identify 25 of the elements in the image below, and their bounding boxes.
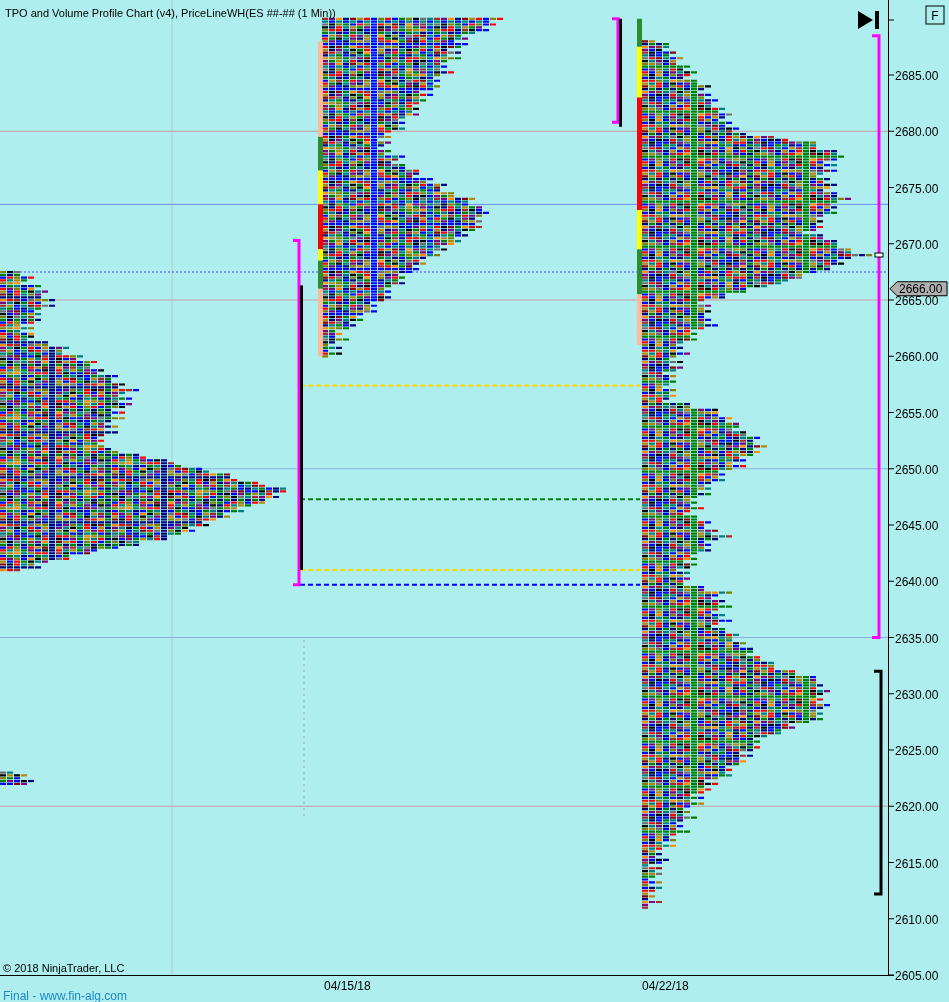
chart-title: TPO and Volume Profile Chart (v4), PriceLineWH(ES ##-## (1 Min)) <box>5 7 336 19</box>
date-label: 04/15/18 <box>324 979 371 993</box>
tpo-profile-drawing <box>0 771 34 785</box>
price-label: 2645.00 <box>895 519 939 533</box>
price-label: 2615.00 <box>895 856 939 871</box>
price-label: 2660.00 <box>895 350 939 365</box>
price-label: 2605.00 <box>895 969 939 983</box>
price-label: 2670.00 <box>895 237 939 252</box>
price-label: 2680.00 <box>895 125 939 140</box>
flag-button[interactable]: F <box>925 5 945 25</box>
price-label: 2630.00 <box>895 687 939 702</box>
price-label: 2610.00 <box>895 912 939 927</box>
price-label: 2685.00 <box>895 69 939 83</box>
current-price-tag: 2666.00 <box>889 281 948 297</box>
price-label: 2675.00 <box>895 181 939 196</box>
price-label: 2625.00 <box>895 744 939 758</box>
price-label: 2655.00 <box>895 406 939 421</box>
scroll-to-end-icon[interactable] <box>858 11 879 29</box>
price-label: 2640.00 <box>895 575 939 590</box>
copyright-text: © 2018 NinjaTrader, LLC <box>3 962 125 974</box>
price-label: 2635.00 <box>895 631 939 646</box>
price-label: 2620.00 <box>895 800 939 815</box>
price-label: 2665.00 <box>895 294 939 308</box>
date-label: 04/22/18 <box>642 979 689 993</box>
price-label: 2650.00 <box>895 462 939 477</box>
